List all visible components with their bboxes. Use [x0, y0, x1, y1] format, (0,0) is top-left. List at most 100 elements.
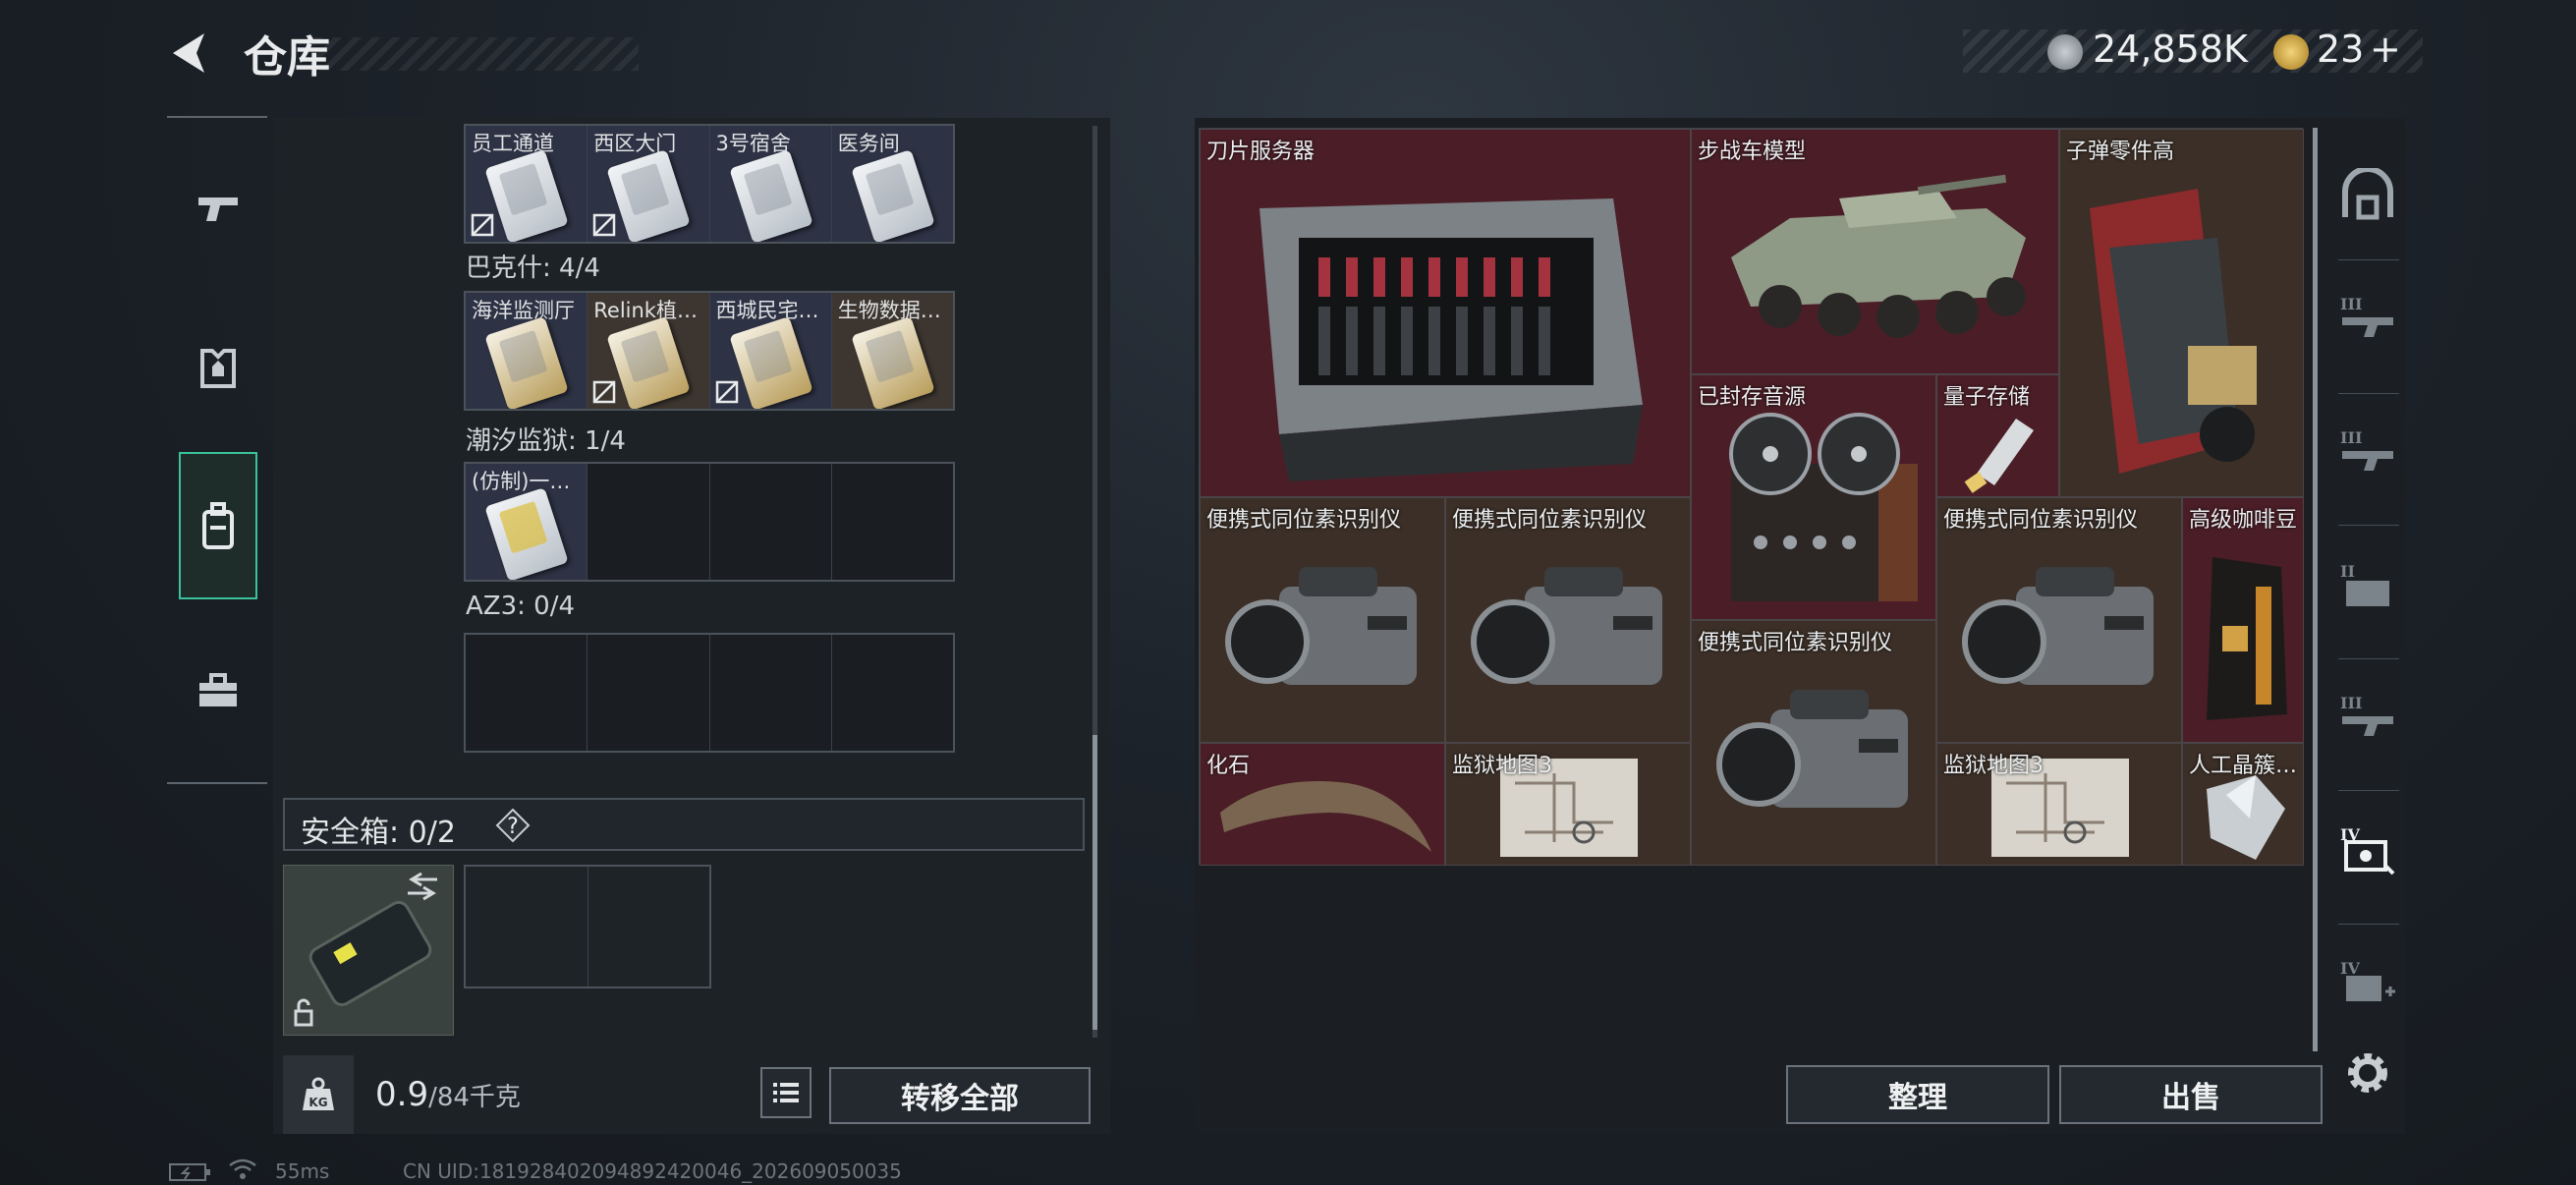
- storage-scrollbar[interactable]: [2313, 128, 2318, 1051]
- storage-grid: 刀片服务器 步战车模型 子弹零件高 已封存音源 量子存储 便携式同位素识别仪 便…: [1199, 128, 2304, 866]
- key-slot[interactable]: 员工通道: [466, 126, 588, 242]
- currency-amount: 24,858K: [2093, 28, 2248, 71]
- no-transfer-icon: [593, 380, 616, 404]
- rail-home[interactable]: [2334, 163, 2401, 230]
- safe-box-slots: [464, 865, 711, 988]
- key-slot[interactable]: 3号宿舍: [709, 126, 832, 242]
- key-slot[interactable]: Relink植…: [588, 293, 710, 409]
- isotope-device-icon: [1962, 567, 2154, 685]
- usb-drive-icon: [1964, 419, 2034, 493]
- key-slot[interactable]: 西区大门: [588, 126, 710, 242]
- item-isotope-identifier[interactable]: 便携式同位素识别仪: [1936, 497, 2182, 743]
- isotope-device-icon: [1225, 567, 1417, 685]
- item-prison-map[interactable]: 监狱地图3: [1445, 743, 1691, 866]
- item-fossil[interactable]: 化石: [1200, 743, 1445, 866]
- category-toolbox[interactable]: [179, 617, 257, 764]
- reel-recorder-icon: [1729, 413, 1918, 601]
- ifv-model-icon: [1731, 174, 2026, 338]
- rifle-storage-icon: III: [2340, 428, 2393, 471]
- add-storage-icon: IV: [2340, 959, 2395, 1001]
- svg-text:KG: KG: [308, 1096, 327, 1109]
- empty-slot[interactable]: [710, 464, 832, 580]
- transfer-all-button[interactable]: 转移全部: [829, 1067, 1091, 1124]
- svg-text:III: III: [2340, 694, 2362, 712]
- empty-slot[interactable]: [832, 635, 953, 751]
- empty-slot[interactable]: [466, 635, 588, 751]
- isotope-device-icon: [1716, 690, 1908, 808]
- weapon-icon: [198, 198, 238, 221]
- empty-slot[interactable]: [710, 635, 832, 751]
- backpack-scrollbar[interactable]: [1092, 126, 1097, 1038]
- weight-icon: KG: [283, 1055, 354, 1134]
- wifi-icon: [229, 1158, 256, 1179]
- item-blade-server[interactable]: 刀片服务器: [1200, 129, 1691, 497]
- title-decoration: [314, 37, 639, 71]
- rail-settings[interactable]: [2334, 1040, 2401, 1106]
- toolbox-icon: [199, 673, 237, 706]
- safe-storage-icon: IV: [2340, 825, 2395, 875]
- rail-tier-2-storage[interactable]: II: [2334, 552, 2401, 619]
- rail-tier-4-add-storage[interactable]: IV: [2334, 949, 2401, 1016]
- svg-text:III: III: [2340, 428, 2362, 447]
- rifle-storage-icon: III: [2340, 295, 2393, 337]
- isotope-device-icon: [1471, 567, 1662, 685]
- category-weapons[interactable]: [179, 134, 257, 281]
- no-transfer-icon: [471, 213, 494, 237]
- svg-text:IV: IV: [2340, 959, 2360, 978]
- empty-slot[interactable]: [588, 635, 710, 751]
- svg-text:II: II: [2340, 562, 2355, 581]
- key-slot[interactable]: 海洋监测厅: [466, 293, 588, 409]
- key-slots-group-2: (仿制)一…: [464, 462, 955, 582]
- key-slot[interactable]: 医务间: [831, 126, 953, 242]
- item-sealed-audio[interactable]: 已封存音源: [1691, 374, 1936, 620]
- category-armor[interactable]: [179, 295, 257, 442]
- no-transfer-icon: [593, 213, 616, 237]
- case-storage-icon: II: [2340, 562, 2389, 606]
- safe-box-item[interactable]: [283, 865, 454, 1036]
- sell-button[interactable]: 出售: [2059, 1065, 2323, 1124]
- backpack-icon: [202, 502, 234, 549]
- warehouse-home-icon: [2342, 168, 2393, 220]
- list-view-button[interactable]: [760, 1067, 812, 1118]
- rail-tier-3-storage[interactable]: III: [2334, 419, 2401, 485]
- item-isotope-identifier[interactable]: 便携式同位素识别仪: [1200, 497, 1445, 743]
- item-artificial-crystal[interactable]: 人工晶簇…: [2182, 743, 2304, 866]
- rail-tier-3-storage[interactable]: III: [2334, 285, 2401, 352]
- key-slots-group-3: [464, 633, 955, 753]
- item-bullet-parts[interactable]: 子弹零件高: [2059, 129, 2304, 497]
- empty-slot[interactable]: [588, 464, 710, 580]
- item-ifv-model[interactable]: 步战车模型: [1691, 129, 2059, 374]
- rifle-storage-icon: III: [2340, 694, 2393, 736]
- item-isotope-identifier[interactable]: 便携式同位素识别仪: [1445, 497, 1691, 743]
- svg-text:III: III: [2340, 295, 2362, 313]
- settings-icon: [2348, 1053, 2387, 1093]
- lock-icon: [294, 1009, 313, 1027]
- page-title: 仓库: [244, 32, 330, 83]
- empty-slot[interactable]: [832, 464, 953, 580]
- item-isotope-identifier[interactable]: 便携式同位素识别仪: [1691, 620, 1936, 866]
- empty-slot[interactable]: [588, 867, 709, 987]
- category-backpack[interactable]: [179, 452, 257, 599]
- armor-icon: [200, 349, 236, 388]
- item-prison-map[interactable]: 监狱地图3: [1936, 743, 2182, 866]
- svg-text:?: ?: [507, 815, 519, 839]
- item-quantum-storage[interactable]: 量子存储: [1936, 374, 2059, 497]
- key-slots-group-1: 海洋监测厅 Relink植… 西城民宅… 生物数据…: [464, 291, 955, 411]
- coin-icon: [2047, 34, 2083, 70]
- group-label: AZ3: 0/4: [466, 592, 576, 621]
- arrange-button[interactable]: 整理: [1786, 1065, 2049, 1124]
- empty-slot[interactable]: [466, 867, 588, 987]
- group-label: 巴克什: 4/4: [466, 254, 600, 283]
- rail-tier-4-storage-active[interactable]: IV: [2334, 816, 2401, 882]
- key-slot[interactable]: 西城民宅…: [709, 293, 832, 409]
- key-slot[interactable]: 生物数据…: [831, 293, 953, 409]
- add-currency-button[interactable]: +: [2370, 28, 2401, 71]
- rail-tier-3-storage[interactable]: III: [2334, 684, 2401, 751]
- user-id: CN UID:181928402094892420046_20260905003…: [403, 1159, 902, 1183]
- key-slot[interactable]: (仿制)一…: [466, 464, 588, 580]
- crystal-icon: [2207, 775, 2285, 860]
- safe-box-label: 安全箱: 0/2: [301, 816, 456, 850]
- help-icon[interactable]: ?: [495, 808, 531, 843]
- back-icon[interactable]: [167, 29, 214, 77]
- item-premium-coffee[interactable]: 高级咖啡豆: [2182, 497, 2304, 743]
